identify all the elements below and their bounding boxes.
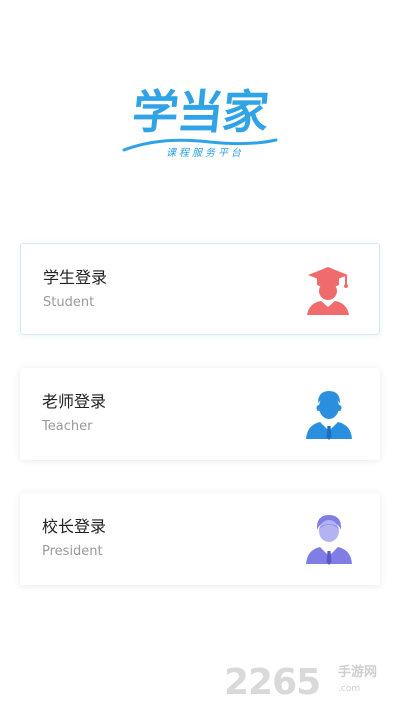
president-login-card[interactable]: 校长登录 President (20, 493, 380, 585)
teacher-login-title: 老师登录 (42, 392, 107, 411)
student-login-title: 学生登录 (43, 268, 108, 287)
student-graduate-icon (301, 263, 355, 317)
student-login-card[interactable]: 学生登录 Student (20, 243, 380, 335)
site-watermark: 2265 手游网 .com (224, 663, 394, 703)
president-icon (302, 512, 356, 566)
president-login-subtitle: President (42, 544, 103, 559)
app-logo: 学当家 课程服务平台 (0, 82, 400, 172)
student-login-subtitle: Student (43, 295, 95, 310)
president-login-title: 校长登录 (42, 517, 107, 536)
teacher-login-subtitle: Teacher (42, 419, 93, 434)
watermark-domain: .com (338, 684, 361, 694)
teacher-icon (302, 387, 356, 441)
logo-subtitle: 课程服务平台 (166, 148, 244, 159)
teacher-login-card[interactable]: 老师登录 Teacher (20, 368, 380, 460)
watermark-name: 手游网 (338, 665, 378, 680)
watermark-number: 2265 (224, 662, 321, 703)
login-role-screen: 学当家 课程服务平台 学生登录 Student 老师登录 Teacher 校长登… (0, 0, 400, 711)
